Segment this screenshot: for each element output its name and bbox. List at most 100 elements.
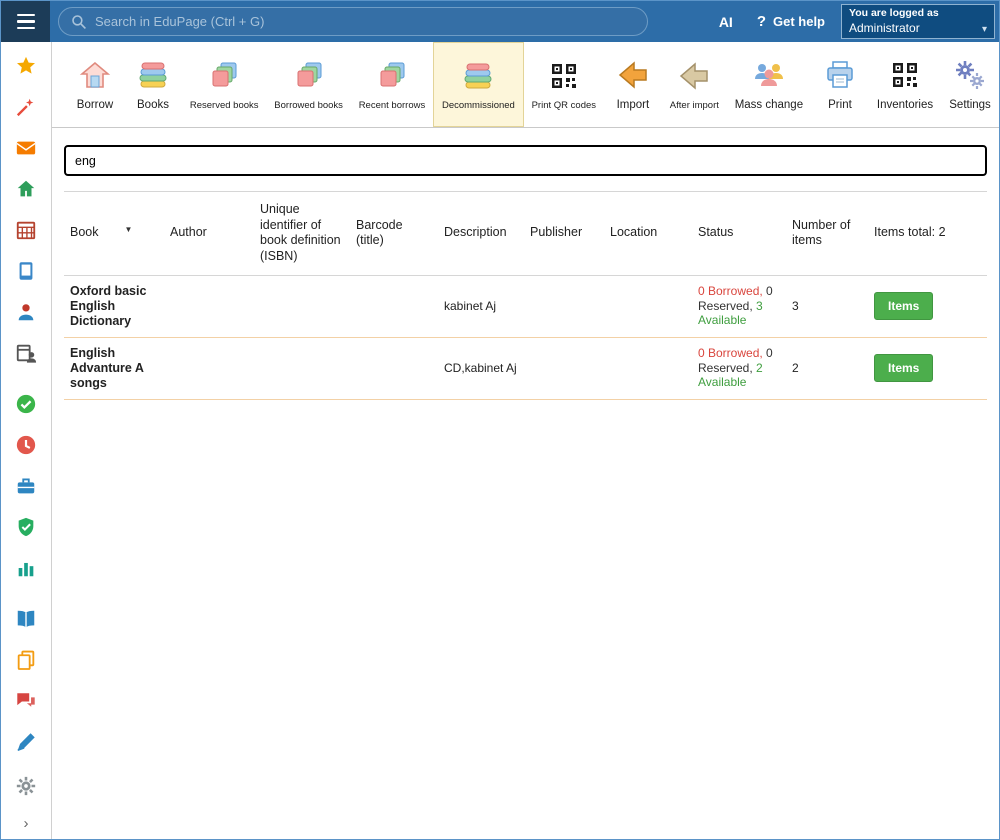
- items-button[interactable]: Items: [874, 354, 933, 382]
- menu-button[interactable]: [1, 1, 50, 42]
- sidebar-item-settings[interactable]: [14, 775, 38, 797]
- toolbar-label: Books: [137, 99, 169, 111]
- cell-book: English Advanture A songs: [64, 337, 164, 399]
- sidebar-item-approvals[interactable]: [14, 393, 38, 415]
- global-search-input[interactable]: [95, 14, 635, 29]
- home-icon: [15, 178, 37, 200]
- sidebar-item-elearning[interactable]: [14, 260, 38, 282]
- shield-check-icon: [15, 516, 37, 538]
- sidebar-item-documents[interactable]: [14, 649, 38, 671]
- toolbar-label: Settings: [949, 99, 991, 111]
- sidebar-item-chat[interactable]: [14, 690, 38, 712]
- documents-icon: [15, 649, 37, 671]
- cell-number-of-items: 2: [786, 337, 868, 399]
- cell-author: [164, 337, 254, 399]
- sidebar-item-notes[interactable]: [14, 731, 38, 753]
- column-header-barcode[interactable]: Barcode (title): [350, 192, 438, 276]
- mail-icon: [15, 137, 37, 159]
- column-header-description[interactable]: Description: [438, 192, 524, 276]
- sidebar-item-messages[interactable]: [14, 137, 38, 159]
- sidebar: ›: [1, 42, 52, 839]
- e-learning-icon: [15, 260, 37, 282]
- account-menu[interactable]: You are logged as Administrator ▾: [841, 4, 995, 39]
- star-icon: [15, 55, 37, 77]
- toolbar-label: Decommissioned: [442, 100, 515, 111]
- sidebar-item-attendance[interactable]: [14, 342, 38, 364]
- borrowed-books-icon: [293, 59, 325, 93]
- sidebar-item-agenda[interactable]: [14, 475, 38, 497]
- get-help-button[interactable]: ? Get help: [757, 13, 825, 30]
- magic-wand-icon: [15, 96, 37, 118]
- library-toolbar: Borrow Books Reserved books Borrowed boo…: [52, 42, 999, 128]
- gear-icon: [15, 775, 37, 797]
- toolbar-item-books[interactable]: Books: [124, 42, 182, 127]
- book-filter-input[interactable]: [64, 145, 987, 176]
- toolbar-item-decommissioned[interactable]: Decommissioned: [433, 42, 524, 127]
- books-table: Book▼ Author Unique identifier of book d…: [64, 191, 987, 400]
- sidebar-item-timetable[interactable]: [14, 219, 38, 241]
- toolbar-label: Import: [617, 99, 650, 111]
- sidebar-item-substitution[interactable]: [14, 434, 38, 456]
- decommissioned-page: Book▼ Author Unique identifier of book d…: [52, 128, 999, 839]
- toolbar-item-reserved-books[interactable]: Reserved books: [182, 42, 266, 127]
- sidebar-item-admin[interactable]: [14, 516, 38, 538]
- cell-description: kabinet Aj: [438, 275, 524, 337]
- toolbar-label: Print QR codes: [532, 100, 596, 111]
- check-circle-icon: [15, 393, 37, 415]
- toolbar-item-after-import[interactable]: After import: [662, 42, 727, 127]
- cell-actions: Items: [868, 337, 987, 399]
- sidebar-item-favorites[interactable]: [14, 55, 38, 77]
- table-row[interactable]: Oxford basic English Dictionary kabinet …: [64, 275, 987, 337]
- sidebar-item-home[interactable]: [14, 178, 38, 200]
- library-icon: [15, 608, 37, 630]
- toolbar-item-settings[interactable]: Settings: [941, 42, 999, 127]
- reserved-books-icon: [208, 59, 240, 93]
- column-header-number-of-items[interactable]: Number of items: [786, 192, 868, 276]
- sidebar-expand-button[interactable]: ›: [24, 816, 29, 831]
- sidebar-item-wizard[interactable]: [14, 96, 38, 118]
- toolbar-item-inventories[interactable]: Inventories: [869, 42, 941, 127]
- briefcase-icon: [15, 475, 37, 497]
- cell-isbn: [254, 275, 350, 337]
- items-button[interactable]: Items: [874, 292, 933, 320]
- table-row[interactable]: English Advanture A songs CD,kabinet Aj …: [64, 337, 987, 399]
- toolbar-label: Borrow: [77, 99, 113, 111]
- help-icon: ?: [757, 13, 766, 30]
- recent-borrows-icon: [376, 59, 408, 93]
- toolbar-label: Print: [828, 99, 852, 111]
- toolbar-item-mass-change[interactable]: Mass change: [727, 42, 811, 127]
- sidebar-item-library[interactable]: [14, 608, 38, 630]
- toolbar-label: Reserved books: [190, 100, 259, 111]
- toolbar-item-borrowed-books[interactable]: Borrowed books: [266, 42, 350, 127]
- table-header-row: Book▼ Author Unique identifier of book d…: [64, 192, 987, 276]
- gears-icon: [954, 58, 986, 92]
- timetable-icon: [15, 219, 37, 241]
- cell-isbn: [254, 337, 350, 399]
- qr-code-icon: [548, 59, 580, 93]
- cell-barcode: [350, 275, 438, 337]
- column-header-label: Book: [70, 225, 99, 239]
- toolbar-label: After import: [670, 100, 719, 111]
- column-header-publisher[interactable]: Publisher: [524, 192, 604, 276]
- column-header-author[interactable]: Author: [164, 192, 254, 276]
- column-header-isbn[interactable]: Unique identifier of book definition (IS…: [254, 192, 350, 276]
- column-header-book[interactable]: Book▼: [64, 192, 164, 276]
- toolbar-item-recent-borrows[interactable]: Recent borrows: [351, 42, 433, 127]
- toolbar-item-print[interactable]: Print: [811, 42, 869, 127]
- toolbar-item-print-qr-codes[interactable]: Print QR codes: [524, 42, 604, 127]
- cell-status: 0 Borrowed, 0 Reserved, 3 Available: [692, 275, 786, 337]
- cell-location: [604, 275, 692, 337]
- after-import-arrow-icon: [678, 59, 710, 93]
- column-header-location[interactable]: Location: [604, 192, 692, 276]
- sidebar-item-students[interactable]: [14, 301, 38, 323]
- toolbar-label: Mass change: [735, 99, 803, 111]
- toolbar-item-import[interactable]: Import: [604, 42, 662, 127]
- app-window: AI ? Get help You are logged as Administ…: [0, 0, 1000, 840]
- toolbar-item-borrow[interactable]: Borrow: [66, 42, 124, 127]
- inventories-qr-icon: [889, 58, 921, 92]
- attendance-icon: [15, 342, 37, 364]
- global-search[interactable]: [58, 7, 648, 36]
- column-header-status[interactable]: Status: [692, 192, 786, 276]
- ai-button[interactable]: AI: [709, 8, 743, 36]
- sidebar-item-reports[interactable]: [14, 557, 38, 579]
